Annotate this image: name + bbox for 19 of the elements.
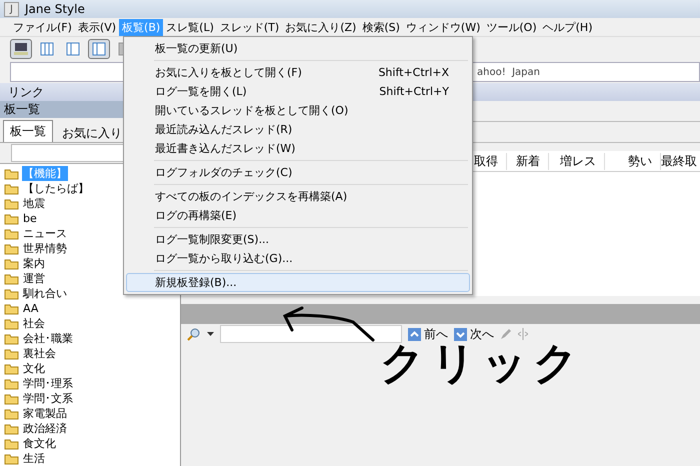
menu-option-label: ログ一覧を開く(L) xyxy=(155,84,247,99)
menu-option-label: 最近書き込んだスレッド(W) xyxy=(155,141,296,156)
menu-option-label: ログ一覧制限変更(S)... xyxy=(155,232,270,247)
menu-option-label: ログの再構築(E) xyxy=(155,208,237,223)
window-title: Jane Style xyxy=(25,2,85,16)
menu-option-label: 板一覧の更新(U) xyxy=(155,41,238,56)
menu-option-label: 最近読み込んだスレッド(R) xyxy=(155,122,292,137)
menu-option-label: ログフォルダのチェック(C) xyxy=(155,165,292,180)
shortcut-label: Shift+Ctrl+Y xyxy=(379,85,449,98)
app-icon: J xyxy=(4,2,19,16)
link-bar-label: リンク xyxy=(8,84,44,100)
shortcut-label: Shift+Ctrl+X xyxy=(378,66,449,79)
annotation-text: クリック xyxy=(380,342,584,386)
menu-option-label: 新規板登録(B)... xyxy=(155,275,237,290)
pane-title: 板一覧 xyxy=(4,101,40,118)
menu-option-label: お気に入りを板として開く(F) xyxy=(155,65,302,80)
menu-option-label: 開いているスレッドを板として開く(O) xyxy=(155,103,348,118)
menu-option-label: すべての板のインデックスを再構築(A) xyxy=(155,189,348,204)
menu-option-label: ログ一覧から取り込む(G)... xyxy=(155,251,293,266)
